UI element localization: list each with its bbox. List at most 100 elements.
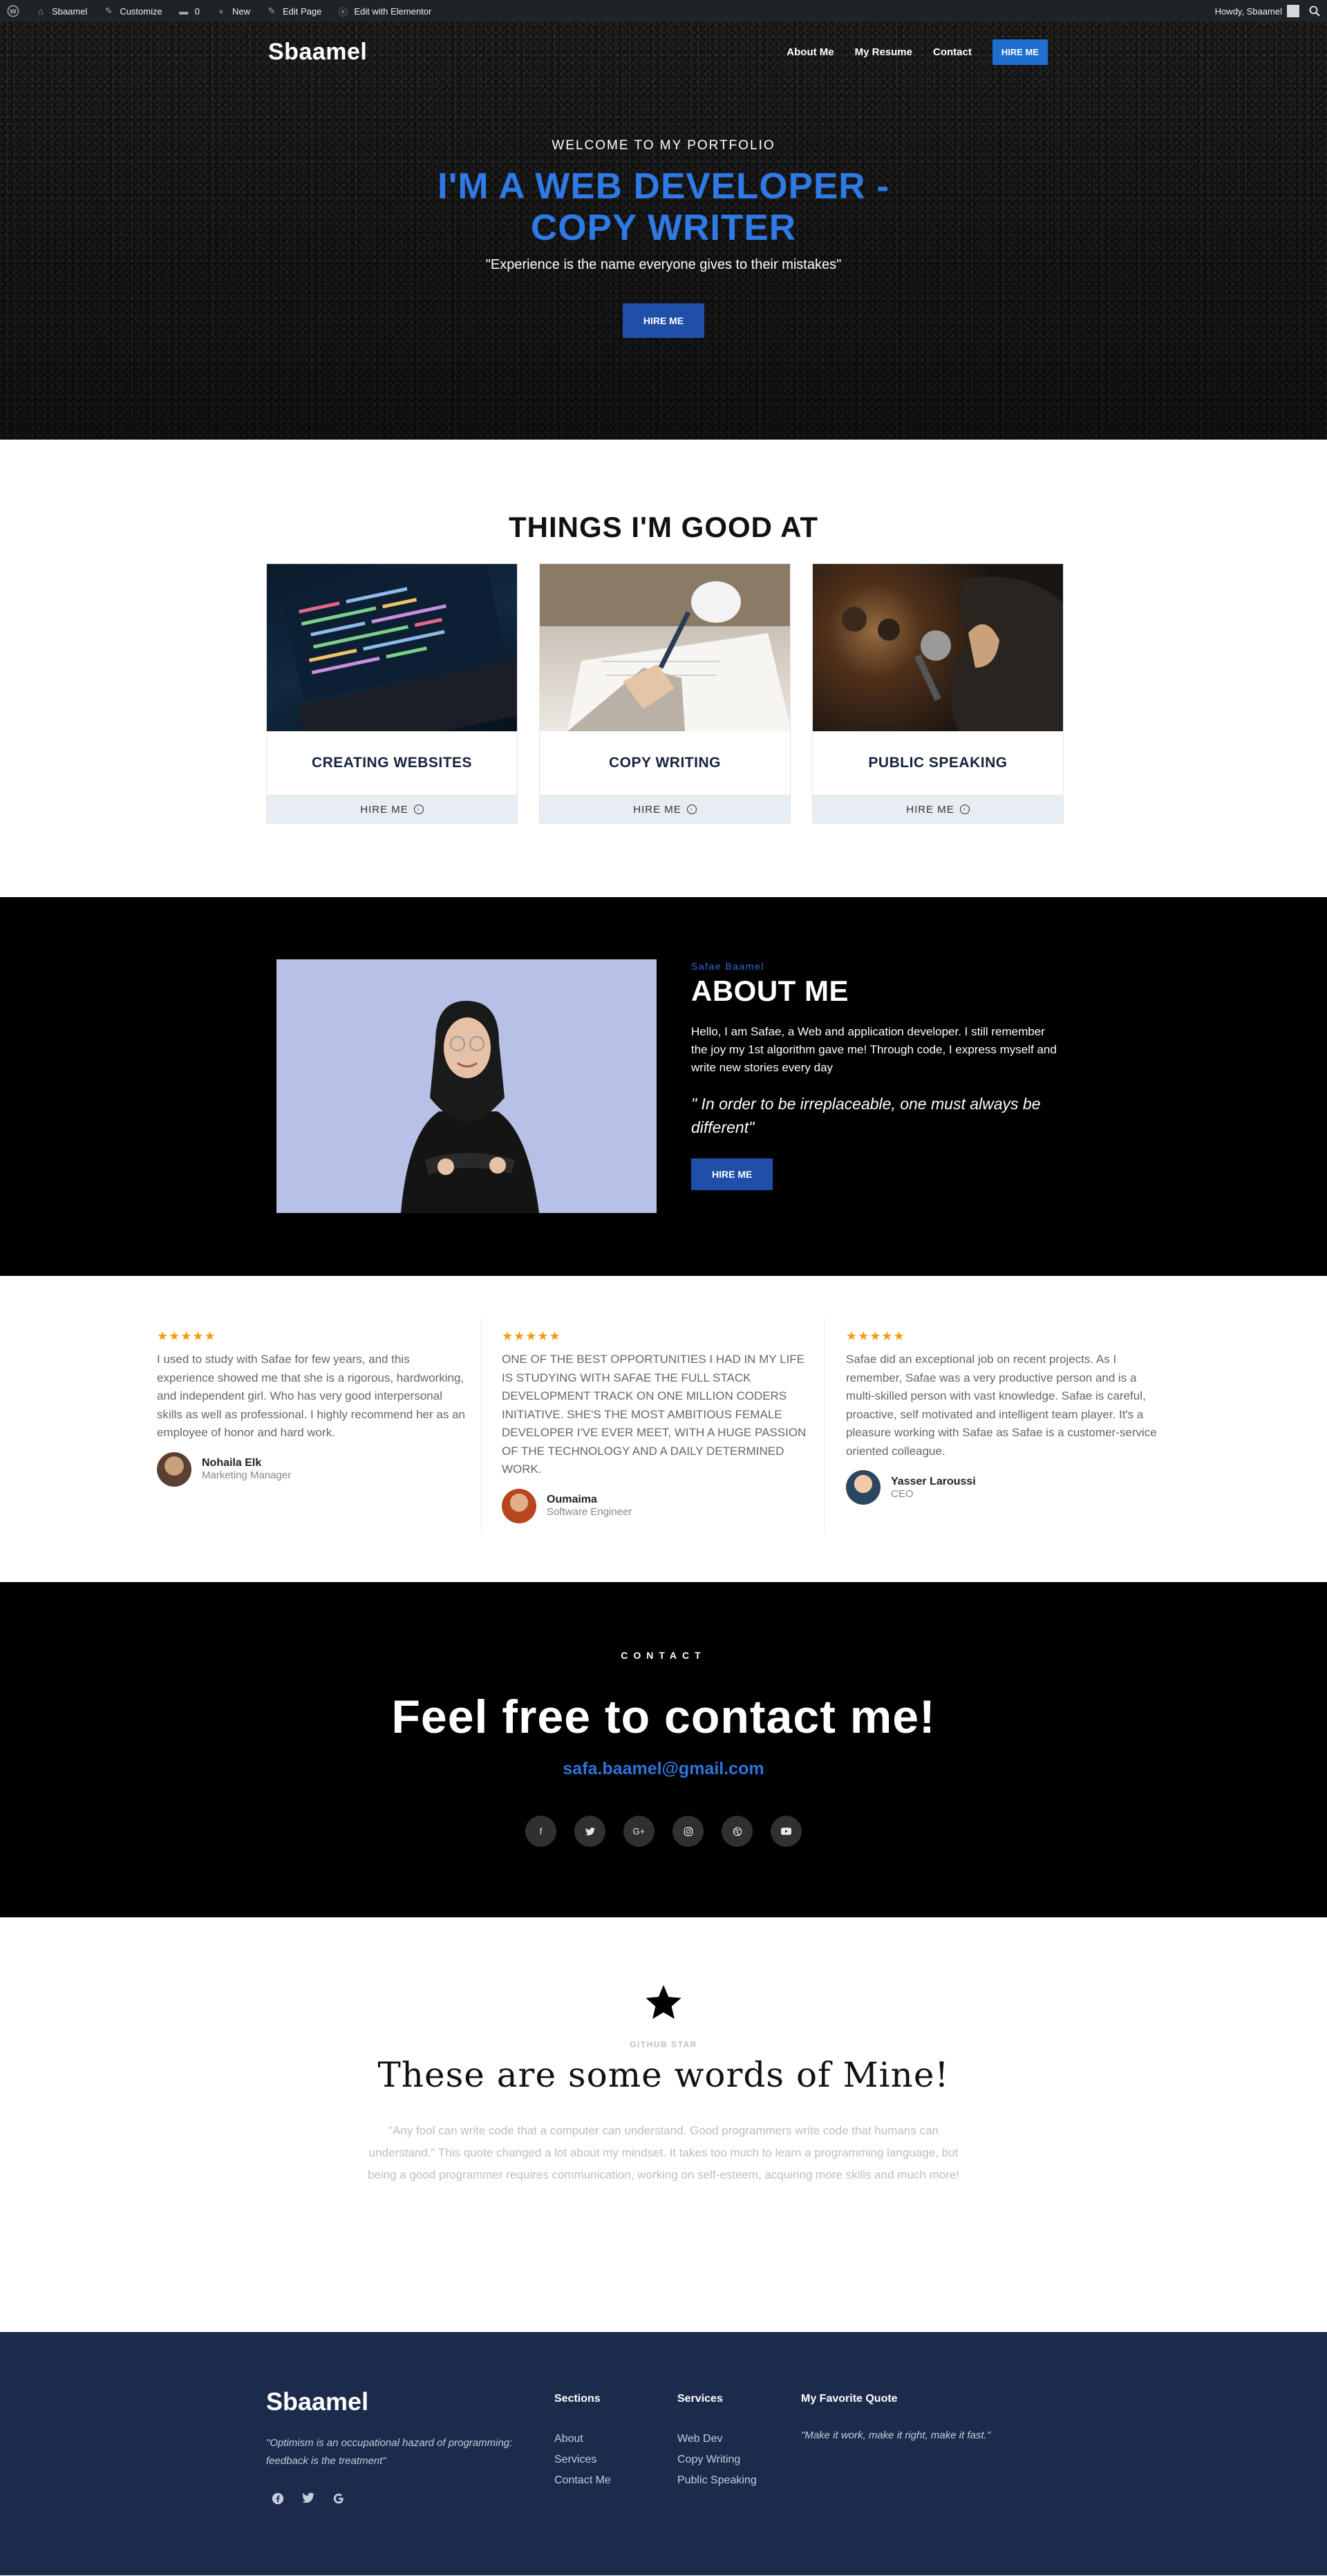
instagram-icon[interactable]: [672, 1816, 704, 1847]
hero-content: WELCOME TO MY PORTFOLIO I'M A WEB DEVELO…: [0, 138, 1327, 338]
footer-sections-title: Sections: [554, 2393, 601, 2405]
skill-card-hire-link[interactable]: HIRE ME ›: [267, 795, 517, 824]
hero-title-line2: COPY WRITER: [531, 207, 796, 248]
words-heading: These are some words of Mine!: [377, 2055, 950, 2095]
comment-icon: ▬: [179, 6, 189, 17]
nav-item-contact[interactable]: Contact: [933, 46, 972, 58]
about-heading: ABOUT ME: [691, 975, 849, 1007]
dribbble-icon[interactable]: [722, 1816, 753, 1847]
admin-new-link[interactable]: + New: [215, 5, 250, 17]
skill-card-title: PUBLIC SPEAKING: [868, 755, 1008, 771]
footer-link-copywriting[interactable]: Copy Writing: [677, 2450, 757, 2470]
words-text: "Any fool can write code that a computer…: [367, 2124, 960, 2181]
rating-stars-icon: ★★★★★: [846, 1329, 905, 1343]
footer-link-services[interactable]: Services: [554, 2450, 611, 2470]
skill-card-websites: CREATING WEBSITES HIRE ME ›: [266, 563, 518, 824]
google-plus-icon[interactable]: G+: [623, 1816, 655, 1847]
hero-title-line1: I'M A WEB DEVELOPER -: [437, 166, 890, 207]
site-logo[interactable]: Sbaamel: [268, 39, 367, 66]
footer-link-speaking[interactable]: Public Speaking: [677, 2470, 757, 2491]
testimonial-name: Nohaila Elk: [202, 1457, 262, 1469]
testimonial-role: Software Engineer: [547, 1506, 632, 1518]
about-name: Safae Baamel: [691, 961, 764, 972]
arrow-circle-icon: ›: [959, 805, 970, 814]
rating-stars-icon: ★★★★★: [502, 1329, 561, 1343]
profile-photo: [276, 959, 657, 1213]
skills-heading: THINGS I'M GOOD AT: [509, 511, 818, 543]
rating-stars-icon: ★★★★★: [157, 1329, 216, 1343]
arrow-circle-icon: ›: [686, 805, 697, 814]
skills-section: THINGS I'M GOOD AT CREATING WEBSITES HIR…: [0, 440, 1327, 897]
footer-fav-quote: "Make it work, make it right, make it fa…: [801, 2429, 991, 2441]
contact-email-link[interactable]: safa.baamel@gmail.com: [563, 1759, 764, 1779]
nav-item-about[interactable]: About Me: [787, 46, 834, 58]
testimonial-author: Nohaila Elk Marketing Manager: [157, 1451, 468, 1487]
nav-item-resume[interactable]: My Resume: [855, 46, 912, 58]
admin-edit-page-link[interactable]: ✎ Edit Page: [265, 5, 322, 17]
about-hire-button[interactable]: HIRE ME: [691, 1158, 773, 1190]
avatar: [1287, 5, 1299, 17]
footer-logo[interactable]: Sbaamel: [266, 2387, 368, 2416]
contact-heading: Feel free to contact me!: [391, 1691, 936, 1743]
nav-menu: About Me My Resume Contact HIRE ME: [787, 39, 1048, 65]
twitter-icon[interactable]: [302, 2492, 314, 2508]
testimonial-card: ★★★★★ Safae did an exceptional job on re…: [846, 1329, 1157, 1505]
hero-section: Sbaamel About Me My Resume Contact HIRE …: [0, 22, 1327, 440]
wordpress-logo-icon[interactable]: W: [7, 5, 19, 17]
hero-hire-button[interactable]: HIRE ME: [622, 303, 705, 338]
footer-quote-column: My Favorite Quote "Make it work, make it…: [801, 2393, 1064, 2441]
footer-fav-title: My Favorite Quote: [801, 2393, 898, 2405]
skill-card-title: CREATING WEBSITES: [311, 755, 473, 771]
words-subtitle: GITHUB STAR: [630, 2040, 697, 2049]
footer-quote: "Optimism is an occupational hazard of p…: [266, 2437, 513, 2467]
footer-services-title: Services: [677, 2393, 723, 2405]
facebook-icon[interactable]: f: [525, 1816, 556, 1847]
admin-comments-link[interactable]: ▬ 0: [178, 5, 200, 17]
nav-hire-button[interactable]: HIRE ME: [992, 39, 1048, 65]
testimonials-section: ★★★★★ I used to study with Safae for few…: [0, 1276, 1327, 1582]
about-quote: " In order to be irreplaceable, one must…: [691, 1095, 1041, 1136]
svg-text:W: W: [10, 9, 17, 16]
arrow-circle-icon: ›: [413, 805, 424, 814]
testimonial-author: Yasser Laroussi CEO: [846, 1470, 1157, 1505]
main-nav: Sbaamel About Me My Resume Contact HIRE …: [268, 37, 1048, 66]
site-footer: Sbaamel "Optimism is an occupational haz…: [0, 2332, 1327, 2575]
skill-card-public-speaking: PUBLIC SPEAKING HIRE ME ›: [812, 563, 1064, 824]
testimonial-author: Oumaima Software Engineer: [502, 1488, 813, 1523]
admin-customize-link[interactable]: ✎ Customize: [102, 5, 162, 17]
speaker-microphone-image: [813, 564, 1063, 731]
facebook-icon[interactable]: [272, 2492, 284, 2508]
about-info: Safae Baamel ABOUT ME Hello, I am Safae,…: [691, 961, 1064, 1190]
divider: [481, 1317, 482, 1535]
skills-cards: CREATING WEBSITES HIRE ME › COPY WRITING…: [266, 563, 1064, 824]
youtube-icon[interactable]: [771, 1816, 802, 1847]
writing-hand-image: [540, 564, 790, 731]
admin-account-link[interactable]: Howdy, Sbaamel: [1215, 5, 1299, 17]
twitter-icon[interactable]: [574, 1816, 605, 1847]
testimonial-name: Oumaima: [547, 1494, 597, 1505]
about-section: Safae Baamel ABOUT ME Hello, I am Safae,…: [0, 897, 1327, 1276]
contact-section: CONTACT Feel free to contact me! safa.ba…: [0, 1582, 1327, 1917]
avatar: [157, 1451, 191, 1487]
google-icon[interactable]: [332, 2492, 345, 2508]
elementor-icon: ⓔ: [338, 6, 348, 17]
testimonial-role: Marketing Manager: [202, 1469, 292, 1481]
footer-link-contact[interactable]: Contact Me: [554, 2470, 611, 2491]
testimonial-role: CEO: [891, 1487, 914, 1500]
footer-social-icons: [272, 2492, 345, 2508]
admin-elementor-link[interactable]: ⓔ Edit with Elementor: [337, 5, 432, 17]
admin-search-icon[interactable]: [1309, 6, 1320, 17]
admin-site-link[interactable]: ⌂ Sbaamel: [35, 5, 87, 17]
star-icon: [0, 1917, 1327, 2024]
social-links: f G+: [0, 1816, 1327, 1847]
footer-services-column: Services Web Dev Copy Writing Public Spe…: [677, 2393, 757, 2491]
avatar: [502, 1488, 536, 1523]
skill-card-hire-link[interactable]: HIRE ME ›: [813, 795, 1063, 824]
footer-link-webdev[interactable]: Web Dev: [677, 2429, 757, 2450]
hero-title: I'M A WEB DEVELOPER - COPY WRITER: [0, 166, 1327, 249]
footer-link-about[interactable]: About: [554, 2429, 611, 2450]
skill-card-hire-link[interactable]: HIRE ME ›: [540, 795, 790, 824]
dashboard-icon: ⌂: [38, 6, 44, 17]
avatar: [846, 1470, 881, 1505]
testimonial-text: Safae did an exceptional job on recent p…: [846, 1353, 1157, 1458]
